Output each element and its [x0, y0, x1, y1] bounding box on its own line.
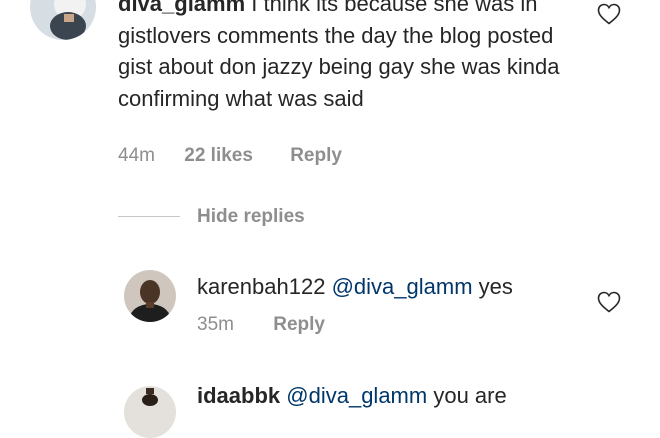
reply-username[interactable]: karenbah122: [197, 274, 325, 299]
like-heart-icon[interactable]: [597, 3, 621, 25]
avatar-image: [124, 386, 176, 438]
hide-replies-button[interactable]: Hide replies: [197, 206, 305, 228]
commenter-avatar[interactable]: [30, 0, 96, 40]
reply-username[interactable]: idaabbk: [197, 383, 280, 408]
comment-likes[interactable]: 22 likes: [184, 145, 253, 166]
reply-body: karenbah122 @diva_glamm yes: [197, 274, 513, 300]
comment-body: diva_glamm I think its because she was i…: [118, 0, 588, 114]
like-heart-icon[interactable]: [597, 291, 621, 313]
comment-reply-button[interactable]: Reply: [290, 145, 342, 166]
comment-text: I think its because she was in gistlover…: [118, 0, 560, 111]
reply-time: 35m: [197, 314, 234, 335]
comment-time: 44m: [118, 145, 155, 166]
reply-avatar-idaabbk[interactable]: [124, 386, 176, 438]
reply-mention[interactable]: @diva_glamm: [332, 274, 473, 299]
replies-divider-line: [118, 216, 180, 217]
reply-reply-button[interactable]: Reply: [273, 314, 325, 335]
avatar-image: [30, 0, 96, 40]
avatar-image: [124, 270, 176, 322]
reply-text: yes: [478, 274, 513, 299]
reply-body: idaabbk @diva_glamm you are: [197, 383, 507, 409]
reply-meta: 35m Reply: [197, 314, 325, 336]
reply-mention[interactable]: @diva_glamm: [286, 383, 427, 408]
reply-text: you are: [433, 383, 507, 408]
comment-username[interactable]: diva_glamm: [118, 0, 245, 16]
reply-avatar-karenbah122[interactable]: [124, 270, 176, 322]
comment-meta: 44m 22 likes Reply: [118, 145, 342, 167]
